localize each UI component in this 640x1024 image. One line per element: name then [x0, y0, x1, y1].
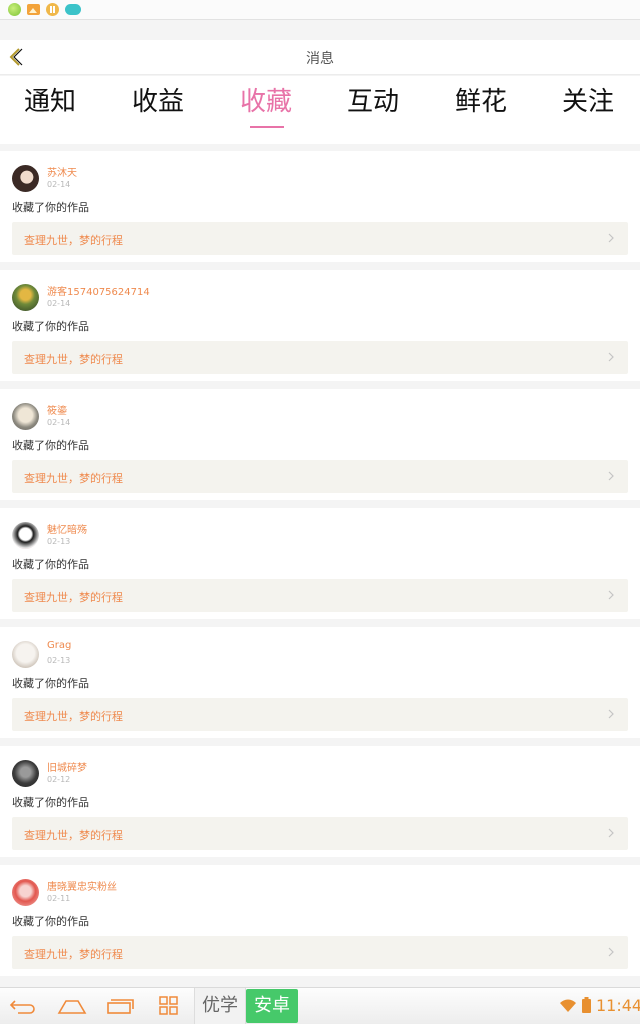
chevron-right-icon	[608, 947, 614, 957]
avatar[interactable]	[12, 284, 39, 311]
list-item: 筱鎏 02-14 收藏了你的作品 查理九世，梦的行程	[0, 389, 640, 500]
brand-anzhuo-button[interactable]: 安卓	[246, 989, 298, 1023]
chevron-right-icon	[608, 709, 614, 719]
image-notification-icon	[27, 4, 40, 15]
list-item: 旧城碎梦 02-12 收藏了你的作品 查理九世，梦的行程	[0, 746, 640, 857]
action-text: 收藏了你的作品	[12, 320, 89, 333]
item-date: 02-13	[47, 656, 71, 665]
tab-follow[interactable]: 关注	[534, 84, 640, 120]
page-title: 消息	[306, 51, 334, 67]
app-notification-icon	[8, 3, 21, 16]
pause-notification-icon	[46, 3, 59, 16]
item-date: 02-14	[47, 418, 71, 427]
app-screen: 消息 通知 收益 收藏 互动 鲜花 关注 苏沐天 02-14 收藏了你的作品 查…	[0, 0, 640, 1024]
item-date: 02-13	[47, 537, 71, 546]
item-date: 02-14	[47, 180, 71, 189]
chevron-right-icon	[608, 352, 614, 362]
list-item: Grag 02-13 收藏了你的作品 查理九世，梦的行程	[0, 627, 640, 738]
status-clock: 11:44	[596, 996, 640, 1015]
action-text: 收藏了你的作品	[12, 796, 89, 809]
tab-notice[interactable]: 通知	[0, 84, 104, 120]
work-title: 查理九世，梦的行程	[24, 710, 123, 723]
page-header: 消息	[0, 40, 640, 75]
active-tab-indicator	[250, 126, 284, 128]
avatar[interactable]	[12, 403, 39, 430]
user-name[interactable]: 唐晓翼忠实粉丝	[47, 878, 117, 893]
avatar[interactable]	[12, 165, 39, 192]
work-link[interactable]: 查理九世，梦的行程	[12, 579, 628, 612]
avatar[interactable]	[12, 522, 39, 549]
work-title: 查理九世，梦的行程	[24, 948, 123, 961]
grid-menu-icon[interactable]	[152, 995, 184, 1017]
work-link[interactable]: 查理九世，梦的行程	[12, 222, 628, 255]
message-tabs: 通知 收益 收藏 互动 鲜花 关注	[0, 76, 640, 144]
work-link[interactable]: 查理九世，梦的行程	[12, 936, 628, 969]
work-title: 查理九世，梦的行程	[24, 234, 123, 247]
work-link[interactable]: 查理九世，梦的行程	[12, 817, 628, 850]
item-date: 02-12	[47, 775, 71, 784]
list-item: 游客1574075624714 02-14 收藏了你的作品 查理九世，梦的行程	[0, 270, 640, 381]
chevron-right-icon	[608, 828, 614, 838]
user-name[interactable]: 筱鎏	[47, 402, 67, 417]
chat-notification-icon	[65, 0, 81, 15]
work-title: 查理九世，梦的行程	[24, 353, 123, 366]
user-name[interactable]: 魅忆暗殇	[47, 521, 87, 536]
action-text: 收藏了你的作品	[12, 677, 89, 690]
tab-flowers[interactable]: 鲜花	[427, 84, 535, 120]
list-item: 苏沐天 02-14 收藏了你的作品 查理九世，梦的行程	[0, 151, 640, 262]
back-icon[interactable]	[6, 995, 38, 1017]
action-text: 收藏了你的作品	[12, 201, 89, 214]
tab-earnings[interactable]: 收益	[104, 84, 212, 120]
avatar[interactable]	[12, 879, 39, 906]
item-date: 02-11	[47, 894, 71, 903]
chevron-right-icon	[608, 233, 614, 243]
user-name[interactable]: 旧城碎梦	[47, 759, 87, 774]
work-link[interactable]: 查理九世，梦的行程	[12, 698, 628, 731]
avatar[interactable]	[12, 641, 39, 668]
avatar[interactable]	[12, 760, 39, 787]
tab-interaction[interactable]: 互动	[319, 84, 427, 120]
user-name[interactable]: 游客1574075624714	[47, 283, 150, 298]
home-icon[interactable]	[56, 995, 88, 1017]
work-title: 查理九世，梦的行程	[24, 829, 123, 842]
recent-apps-icon[interactable]	[104, 995, 136, 1017]
user-name[interactable]: Grag	[47, 640, 71, 651]
action-text: 收藏了你的作品	[12, 915, 89, 928]
list-item: 魅忆暗殇 02-13 收藏了你的作品 查理九世，梦的行程	[0, 508, 640, 619]
system-nav-bar: 优学 安卓 11:44	[0, 987, 640, 1024]
system-status-bar	[0, 0, 640, 20]
work-link[interactable]: 查理九世，梦的行程	[12, 341, 628, 374]
action-text: 收藏了你的作品	[12, 558, 89, 571]
work-title: 查理九世，梦的行程	[24, 591, 123, 604]
wifi-icon	[560, 999, 576, 1012]
work-link[interactable]: 查理九世，梦的行程	[12, 460, 628, 493]
brand-youxue-button[interactable]: 优学	[194, 988, 246, 1024]
chevron-right-icon	[608, 590, 614, 600]
list-item: 唐晓翼忠实粉丝 02-11 收藏了你的作品 查理九世，梦的行程	[0, 865, 640, 976]
chevron-right-icon	[608, 471, 614, 481]
item-date: 02-14	[47, 299, 71, 308]
tab-favorites[interactable]: 收藏	[212, 84, 320, 120]
user-name[interactable]: 苏沐天	[47, 164, 77, 179]
action-text: 收藏了你的作品	[12, 439, 89, 452]
battery-icon	[582, 997, 591, 1013]
work-title: 查理九世，梦的行程	[24, 472, 123, 485]
